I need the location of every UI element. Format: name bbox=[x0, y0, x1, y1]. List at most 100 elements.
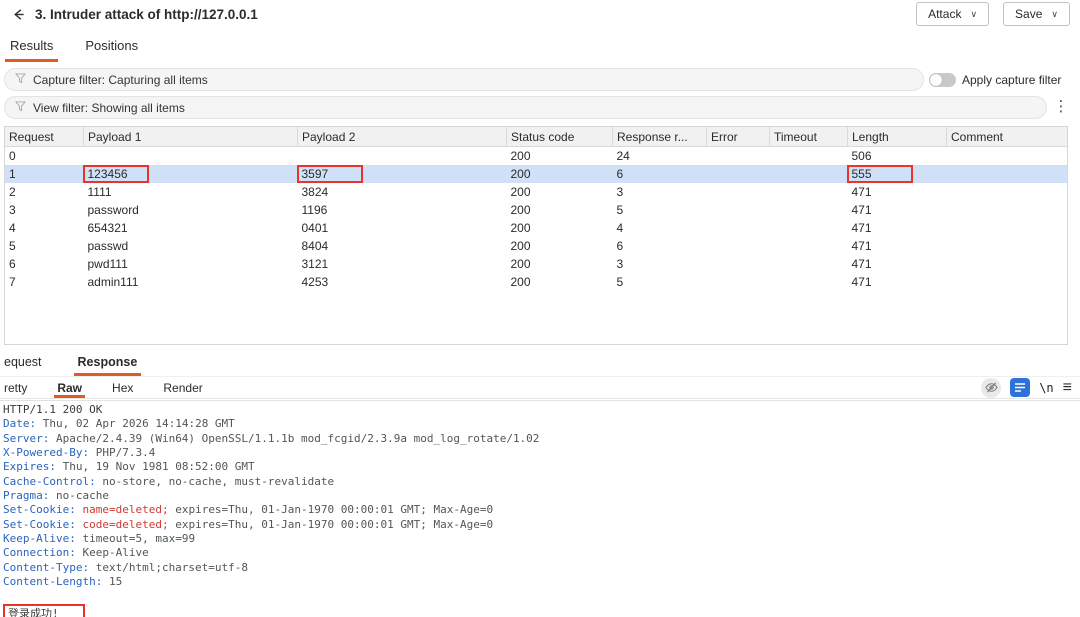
response-segment: text/html;charset=utf-8 bbox=[89, 560, 249, 574]
table-row[interactable]: 2 1111 3824 200 3 471 bbox=[5, 183, 1067, 201]
table-row[interactable]: 6 pwd111 3121 200 3 471 bbox=[5, 255, 1067, 273]
response-line: X-Powered-By: PHP/7.3.4 bbox=[3, 446, 1080, 460]
response-segment: name=deleted; bbox=[82, 503, 169, 517]
response-line: Set-Cookie: name=deleted; expires=Thu, 0… bbox=[3, 503, 1080, 517]
table-row[interactable]: 0 200 24 506 bbox=[5, 147, 1067, 166]
column-header-6[interactable]: Error bbox=[706, 127, 770, 147]
tab-render[interactable]: Render bbox=[161, 377, 204, 398]
cell-request: 2 bbox=[9, 184, 16, 199]
response-line: Keep-Alive: timeout=5, max=99 bbox=[3, 532, 1080, 546]
results-table: Request Payload 1 Payload 2 Status code Resp… bbox=[5, 127, 1067, 291]
table-row[interactable]: 3 password 1196 200 5 471 bbox=[5, 201, 1067, 219]
response-line: Server: Apache/2.4.39 (Win64) OpenSSL/1.… bbox=[3, 432, 1080, 446]
cell-timeout bbox=[770, 147, 848, 166]
response-line: Connection: Keep-Alive bbox=[3, 546, 1080, 560]
cell-error bbox=[707, 201, 770, 219]
annotation-box: 登录成功! bbox=[3, 603, 85, 617]
cell-length: 506 bbox=[851, 148, 872, 163]
response-line: Set-Cookie: code=deleted; expires=Thu, 0… bbox=[3, 518, 1080, 532]
kebab-menu-icon[interactable]: ⋮ bbox=[1053, 98, 1069, 116]
column-header-2[interactable]: Payload 1 bbox=[83, 127, 298, 147]
save-button[interactable]: Save ∨ bbox=[1003, 2, 1070, 26]
response-segment: expires=Thu, 01-Jan-1970 00:00:01 GMT; M… bbox=[168, 503, 494, 517]
cell-payload2: 1196 bbox=[301, 202, 328, 217]
column-header-7[interactable]: Timeout bbox=[769, 127, 848, 147]
attack-button[interactable]: Attack ∨ bbox=[916, 2, 990, 26]
cell-received: 4 bbox=[616, 220, 624, 235]
cell-length: 471 bbox=[851, 274, 872, 289]
tab-pretty[interactable]: retty bbox=[2, 377, 29, 398]
cell-length: 471 bbox=[851, 256, 872, 271]
column-header-4[interactable]: Status code bbox=[506, 127, 613, 147]
cell-received: 24 bbox=[616, 148, 630, 163]
response-line: Cache-Control: no-store, no-cache, must-… bbox=[3, 475, 1080, 489]
table-row[interactable]: 5 passwd 8404 200 6 471 bbox=[5, 237, 1067, 255]
apply-capture-filter-toggle[interactable] bbox=[929, 73, 956, 87]
response-segment: Content-Length: bbox=[3, 575, 103, 589]
response-segment: Connection: bbox=[3, 546, 76, 560]
cell-comment bbox=[947, 219, 1068, 237]
cell-length: 471 bbox=[851, 220, 872, 235]
cell-error bbox=[707, 219, 770, 237]
annotation-box: 555 bbox=[846, 164, 913, 183]
cell-length: 471 bbox=[851, 238, 872, 253]
cell-comment bbox=[947, 183, 1068, 201]
cell-request: 5 bbox=[9, 238, 16, 253]
tab-request[interactable]: equest bbox=[2, 351, 44, 376]
column-header-5[interactable]: Response r... bbox=[612, 127, 707, 147]
cell-status: 200 bbox=[510, 166, 531, 181]
response-segment: Keep-Alive bbox=[75, 546, 149, 560]
view-filter-bar[interactable]: View filter: Showing all items bbox=[4, 96, 1047, 119]
cell-timeout bbox=[770, 165, 848, 183]
cell-comment bbox=[947, 147, 1068, 166]
cell-length: 555 bbox=[846, 164, 947, 183]
cell-received: 6 bbox=[616, 166, 624, 181]
cell-received: 3 bbox=[616, 256, 624, 271]
column-header-3[interactable]: Payload 2 bbox=[297, 127, 507, 147]
cell-status: 200 bbox=[510, 202, 531, 217]
response-segment: X-Powered-By: bbox=[3, 446, 90, 460]
cell-request: 3 bbox=[9, 202, 16, 217]
response-segment: no-store, no-cache, must-revalidate bbox=[95, 474, 335, 488]
tab-raw[interactable]: Raw bbox=[54, 377, 85, 398]
show-newlines-icon[interactable]: \n bbox=[1039, 381, 1053, 395]
view-icon-group: \n ≡ bbox=[981, 377, 1080, 398]
response-line: 登录成功! bbox=[3, 603, 1080, 617]
tab-positions[interactable]: Positions bbox=[83, 34, 140, 62]
cell-payload2: 4253 bbox=[301, 274, 329, 289]
tab-results[interactable]: Results bbox=[4, 34, 59, 62]
column-header-8[interactable]: Length bbox=[847, 127, 947, 147]
save-button-label: Save bbox=[1015, 7, 1043, 21]
word-wrap-icon[interactable] bbox=[1010, 378, 1031, 397]
table-row[interactable]: 7 admin111 4253 200 5 471 bbox=[5, 273, 1067, 291]
capture-filter-bar[interactable]: Capture filter: Capturing all items bbox=[4, 68, 924, 91]
cell-comment bbox=[947, 255, 1068, 273]
cell-payload2: 3824 bbox=[301, 184, 329, 199]
table-row[interactable]: 1 123456 3597 200 6 555 bbox=[5, 164, 1067, 183]
cell-comment bbox=[947, 273, 1068, 291]
tab-hex[interactable]: Hex bbox=[110, 377, 135, 398]
cell-payload1: 654321 bbox=[87, 220, 128, 235]
response-segment: Set-Cookie: bbox=[3, 503, 76, 517]
cell-payload1: pwd111 bbox=[87, 256, 128, 271]
cell-error bbox=[707, 147, 770, 166]
cell-received: 5 bbox=[616, 274, 624, 289]
response-segment: code=deleted; bbox=[82, 517, 169, 531]
response-segment: Date: bbox=[3, 417, 37, 431]
cell-payload1: admin111 bbox=[87, 274, 139, 289]
table-row[interactable]: 4 654321 0401 200 4 471 bbox=[5, 219, 1067, 237]
response-segment: Thu, 02 Apr 2026 14:14:28 GMT bbox=[36, 417, 235, 431]
cell-payload1: 1111 bbox=[87, 184, 112, 199]
column-header-9[interactable]: Comment bbox=[946, 127, 1067, 147]
tab-response[interactable]: Response bbox=[73, 351, 142, 376]
response-body[interactable]: HTTP/1.1 200 OK Date: Thu, 02 Apr 2026 14… bbox=[0, 400, 1080, 617]
message-view-bar: retty Raw Hex Render \n ≡ bbox=[0, 376, 1080, 399]
cell-timeout bbox=[770, 201, 848, 219]
response-line: Expires: Thu, 19 Nov 1981 08:52:00 GMT bbox=[3, 460, 1080, 474]
response-line: Content-Type: text/html;charset=utf-8 bbox=[3, 561, 1080, 575]
hide-eye-icon[interactable] bbox=[981, 377, 1002, 398]
hamburger-menu-icon[interactable]: ≡ bbox=[1063, 379, 1072, 396]
back-arrow-icon[interactable] bbox=[8, 4, 28, 24]
column-header-1[interactable]: Request bbox=[5, 127, 84, 147]
cell-status: 200 bbox=[510, 220, 531, 235]
